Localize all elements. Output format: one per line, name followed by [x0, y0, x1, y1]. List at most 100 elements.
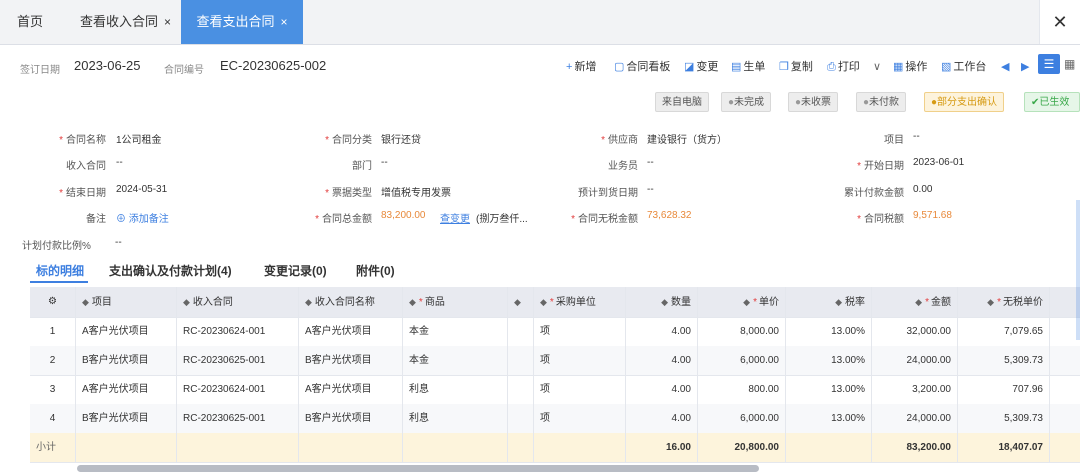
add-button[interactable]: + 新增 [566, 60, 596, 74]
column-header[interactable]: ◆ * 商品 [403, 287, 508, 317]
sign-date-value: 2023-06-25 [74, 58, 141, 73]
expected-arrival-label: 预计到货日期 [578, 188, 638, 199]
contract-board-button[interactable]: ▢ 合同看板 [614, 60, 670, 74]
column-header[interactable]: ◆ * 采购单位 [534, 287, 626, 317]
tab-attachments[interactable]: 附件(0) [356, 262, 395, 279]
tax-amount-label: * 合同税额 [857, 214, 904, 225]
toolbar-label: 生单 [743, 61, 766, 73]
table-row[interactable]: 2 B客户光伏项目 RC-20230625-001 B客户光伏项目 本金项 4.00 6,0… [30, 346, 1080, 376]
invoice-type-label: * 票据类型 [325, 188, 372, 199]
paid-total-value: 0.00 [913, 184, 933, 195]
sort-icon[interactable]: ◆ [661, 297, 668, 307]
badge-label: 未收票 [801, 97, 832, 108]
column-label: 收入合同 [192, 297, 233, 308]
column-header: ⚙ [30, 287, 76, 317]
column-header[interactable]: ◆ * 单价 [698, 287, 786, 317]
table-cell: RC-20230624-001 [177, 317, 299, 346]
table-cell: 5,309.73 [958, 346, 1050, 375]
column-header[interactable]: ◆ 收入合同名称 [299, 287, 403, 317]
table-cell: 项 [534, 317, 626, 346]
column-label: 金额 [931, 297, 951, 308]
settings-icon[interactable]: ⚙ [48, 296, 57, 307]
close-icon[interactable]: × [164, 15, 171, 29]
end-date-label: * 结束日期 [59, 188, 106, 199]
column-header[interactable]: ◆ 收入合同 [177, 287, 299, 317]
add-remark-button[interactable]: ⊕ 添加备注 [116, 210, 169, 225]
view-change-link[interactable]: 查变更 [440, 210, 470, 225]
required-mark: * [753, 297, 757, 308]
table-cell: 本金 [403, 317, 508, 346]
status-badge-unpaid: ●未付款 [856, 92, 907, 112]
table-row[interactable]: 1 A客户光伏项目 RC-20230624-001 A客户光伏项目 本金项 4.00 8,0… [30, 317, 1080, 347]
table-cell: 项 [534, 346, 626, 375]
toolbar-label: 合同看板 [626, 61, 671, 73]
column-label: 采购单位 [555, 297, 596, 308]
print-dropdown[interactable]: ∨ [873, 60, 881, 74]
table-cell: 8,000.00 [698, 317, 786, 346]
table-cell: 7,079.65 [958, 317, 1050, 346]
table-cell: 2 [30, 346, 76, 375]
print-button[interactable]: ⎙ 打印 [827, 60, 860, 74]
horizontal-scrollbar[interactable] [77, 465, 759, 472]
copy-button[interactable]: ❐ 复制 [779, 60, 813, 74]
table-cell [508, 317, 534, 346]
operate-button[interactable]: ▦ 操作 [893, 60, 927, 74]
table-cell: A客户光伏项目 [299, 375, 403, 404]
sort-icon[interactable]: ◆ [743, 297, 750, 307]
sort-icon[interactable]: ◆ [915, 297, 922, 307]
column-label: 无税单价 [1003, 297, 1043, 308]
tab-view-income-contract[interactable]: 查看收入合同 × [80, 0, 171, 44]
subtotal-cell: 小计 [30, 433, 76, 462]
subtotal-cell: 83,200.00 [872, 433, 958, 462]
vertical-scrollbar[interactable] [1076, 200, 1080, 340]
next-record-icon[interactable]: ▶ [1021, 60, 1029, 73]
prev-record-icon[interactable]: ◀ [1001, 60, 1009, 73]
table-cell: 利息 [403, 404, 508, 433]
table-cell: 利息 [403, 375, 508, 404]
subtotal-cell [508, 433, 534, 462]
income-contract-label: 收入合同 [66, 161, 106, 172]
sort-icon[interactable]: ◆ [82, 297, 89, 307]
table-row[interactable]: 4 B客户光伏项目 RC-20230625-001 B客户光伏项目 利息项 4.00 6,0… [30, 404, 1080, 434]
required-mark: * [997, 297, 1001, 308]
window-close-icon[interactable]: ✕ [1039, 0, 1080, 44]
sort-icon[interactable]: ◆ [305, 297, 312, 307]
sort-icon[interactable]: ◆ [183, 297, 190, 307]
column-header[interactable]: ◆ [508, 287, 534, 317]
close-icon[interactable]: × [281, 15, 288, 29]
sort-icon[interactable]: ◆ [987, 297, 994, 307]
sign-date-label: 签订日期 [20, 65, 60, 76]
list-view-icon[interactable]: ☰ [1038, 54, 1060, 74]
subtotal-cell [403, 433, 508, 462]
grid-view-icon[interactable]: ▦ [1064, 54, 1080, 74]
generate-doc-button[interactable]: ▤ 生单 [731, 60, 765, 74]
table-cell: A客户光伏项目 [76, 317, 177, 346]
contract-name-label: * 合同名称 [59, 135, 106, 146]
tab-change-log[interactable]: 变更记录(0) [264, 262, 327, 279]
column-header[interactable]: ◆ * 无税单价 [958, 287, 1050, 317]
sort-icon[interactable]: ◆ [409, 297, 416, 307]
table-cell: 4.00 [626, 346, 698, 375]
required-mark: * [925, 297, 929, 308]
toolbar-label: 复制 [790, 61, 813, 73]
tab-item-details[interactable]: 标的明细 [36, 262, 84, 279]
column-header[interactable]: ◆ * 金额 [872, 287, 958, 317]
add-remark-label: 添加备注 [128, 214, 169, 225]
column-header[interactable]: ◆ 税率 [786, 287, 872, 317]
table-cell: 项 [534, 404, 626, 433]
table-cell: B客户光伏项目 [76, 404, 177, 433]
tab-view-expense-contract[interactable]: 查看支出合同 × [181, 0, 303, 44]
table-cell: 24,000.00 [872, 404, 958, 433]
workbench-button[interactable]: ▧ 工作台 [941, 60, 986, 74]
tab-payment-plan[interactable]: 支出确认及付款计划(4) [109, 262, 232, 279]
total-amount-value: 83,200.00 [381, 210, 426, 221]
sort-icon[interactable]: ◆ [835, 297, 842, 307]
change-button[interactable]: ◪ 变更 [684, 60, 718, 74]
column-header[interactable]: ◆ 数量 [626, 287, 698, 317]
table-cell: 800.00 [698, 375, 786, 404]
sort-icon[interactable]: ◆ [540, 297, 547, 307]
sort-icon[interactable]: ◆ [514, 297, 521, 307]
table-row[interactable]: 3 A客户光伏项目 RC-20230624-001 A客户光伏项目 利息项 4.00 800… [30, 375, 1080, 405]
tab-home[interactable]: 首页 [17, 0, 43, 44]
column-header[interactable]: ◆ 项目 [76, 287, 177, 317]
